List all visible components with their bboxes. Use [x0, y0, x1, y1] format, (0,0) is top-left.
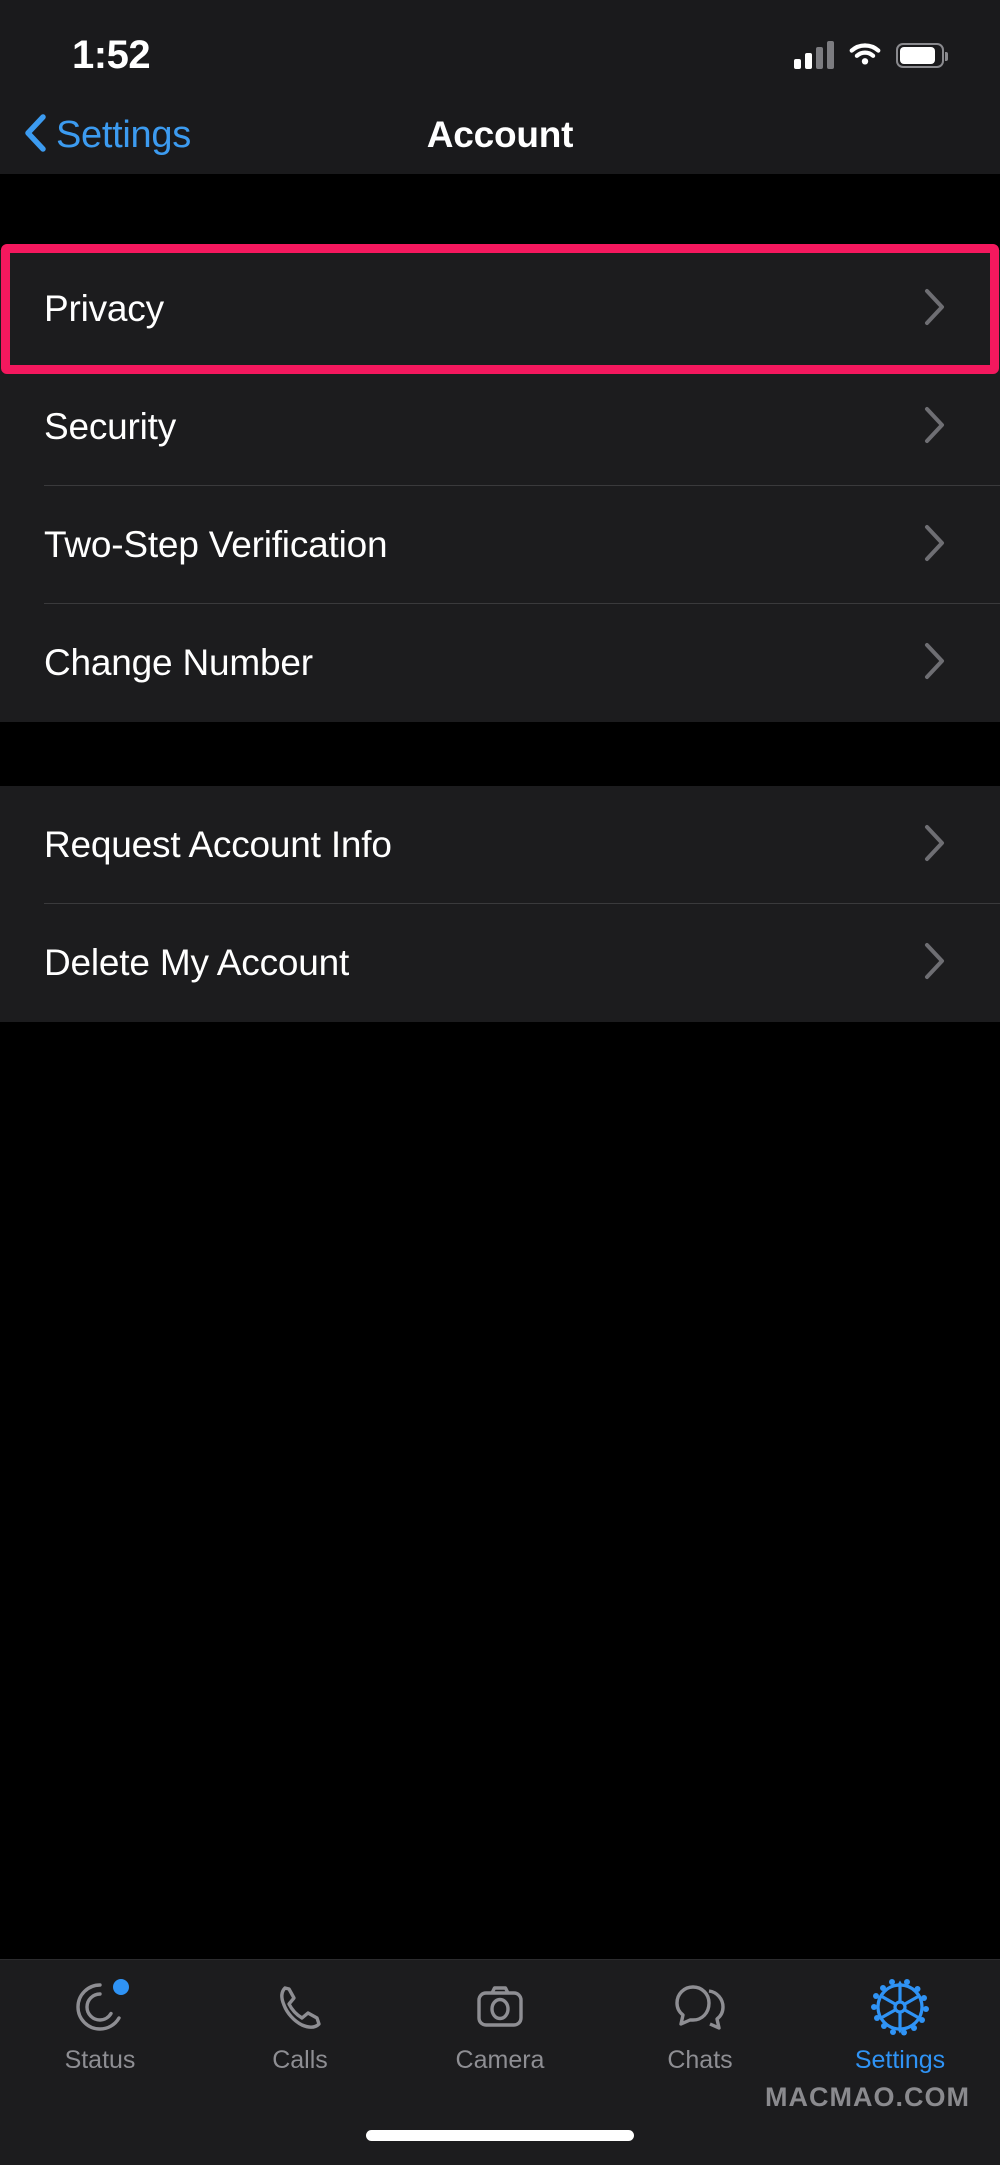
tab-label: Chats — [667, 2046, 733, 2074]
privacy-row-wrapper: Privacy — [0, 244, 1000, 374]
settings-row-label: Two-Step Verification — [44, 524, 388, 565]
status-bar-indicators — [794, 40, 948, 71]
chevron-right-icon — [924, 824, 960, 867]
tab-label: Calls — [272, 2046, 328, 2074]
page-title: Account — [426, 114, 574, 155]
settings-row-delete-my-account[interactable]: Delete My Account — [0, 904, 1000, 1022]
chevron-right-icon — [924, 642, 960, 685]
top-spacer — [0, 174, 1000, 250]
tab-camera[interactable]: Camera — [400, 1976, 600, 2096]
settings-row-request-account-info[interactable]: Request Account Info — [0, 786, 1000, 904]
tab-label: Status — [64, 2046, 136, 2074]
settings-row-privacy[interactable]: Privacy — [0, 250, 1000, 368]
chevron-right-icon — [924, 406, 960, 449]
tab-bar: Status Calls Camera Chats Settings MACMA… — [0, 1959, 1000, 2165]
tab-calls[interactable]: Calls — [200, 1976, 400, 2096]
status-badge-dot — [113, 1979, 129, 1995]
gear-icon — [869, 1976, 931, 2038]
chat-bubbles-icon — [669, 1976, 731, 2038]
status-rings-icon — [69, 1976, 131, 2038]
battery-icon — [896, 42, 948, 68]
settings-row-two-step-verification[interactable]: Two-Step Verification — [0, 486, 1000, 604]
tab-chats[interactable]: Chats — [600, 1976, 800, 2096]
settings-row-security[interactable]: Security — [0, 368, 1000, 486]
home-indicator[interactable] — [366, 2130, 634, 2141]
status-bar: 1:52 — [0, 0, 1000, 96]
settings-group-account: Privacy Security Two-Step Verification C… — [0, 244, 1000, 722]
tab-label: Camera — [455, 2046, 545, 2074]
settings-row-label: Security — [44, 406, 177, 447]
chevron-right-icon — [924, 942, 960, 985]
settings-row-label: Request Account Info — [44, 824, 392, 865]
watermark: MACMAO.COM — [765, 2082, 970, 2112]
tab-status[interactable]: Status — [0, 1976, 200, 2096]
navigation-bar: Settings Account — [0, 96, 1000, 174]
settings-row-label: Privacy — [44, 288, 164, 329]
status-bar-time: 1:52 — [72, 32, 151, 77]
camera-icon — [469, 1976, 531, 2038]
settings-row-label: Delete My Account — [44, 942, 350, 983]
settings-row-label: Change Number — [44, 642, 313, 683]
phone-screen: 1:52 Settings Account Privacy Security T… — [0, 0, 1000, 2165]
tab-settings[interactable]: Settings — [800, 1976, 1000, 2096]
group-spacer — [0, 722, 1000, 786]
wifi-icon — [848, 40, 882, 71]
phone-icon — [269, 1976, 331, 2038]
tab-label: Settings — [854, 2046, 946, 2074]
cellular-signal-icon — [794, 41, 834, 69]
settings-group-data: Request Account Info Delete My Account — [0, 786, 1000, 1022]
settings-content: Privacy Security Two-Step Verification C… — [0, 174, 1000, 2165]
settings-row-change-number[interactable]: Change Number — [0, 604, 1000, 722]
chevron-right-icon — [924, 288, 960, 331]
chevron-right-icon — [924, 524, 960, 567]
